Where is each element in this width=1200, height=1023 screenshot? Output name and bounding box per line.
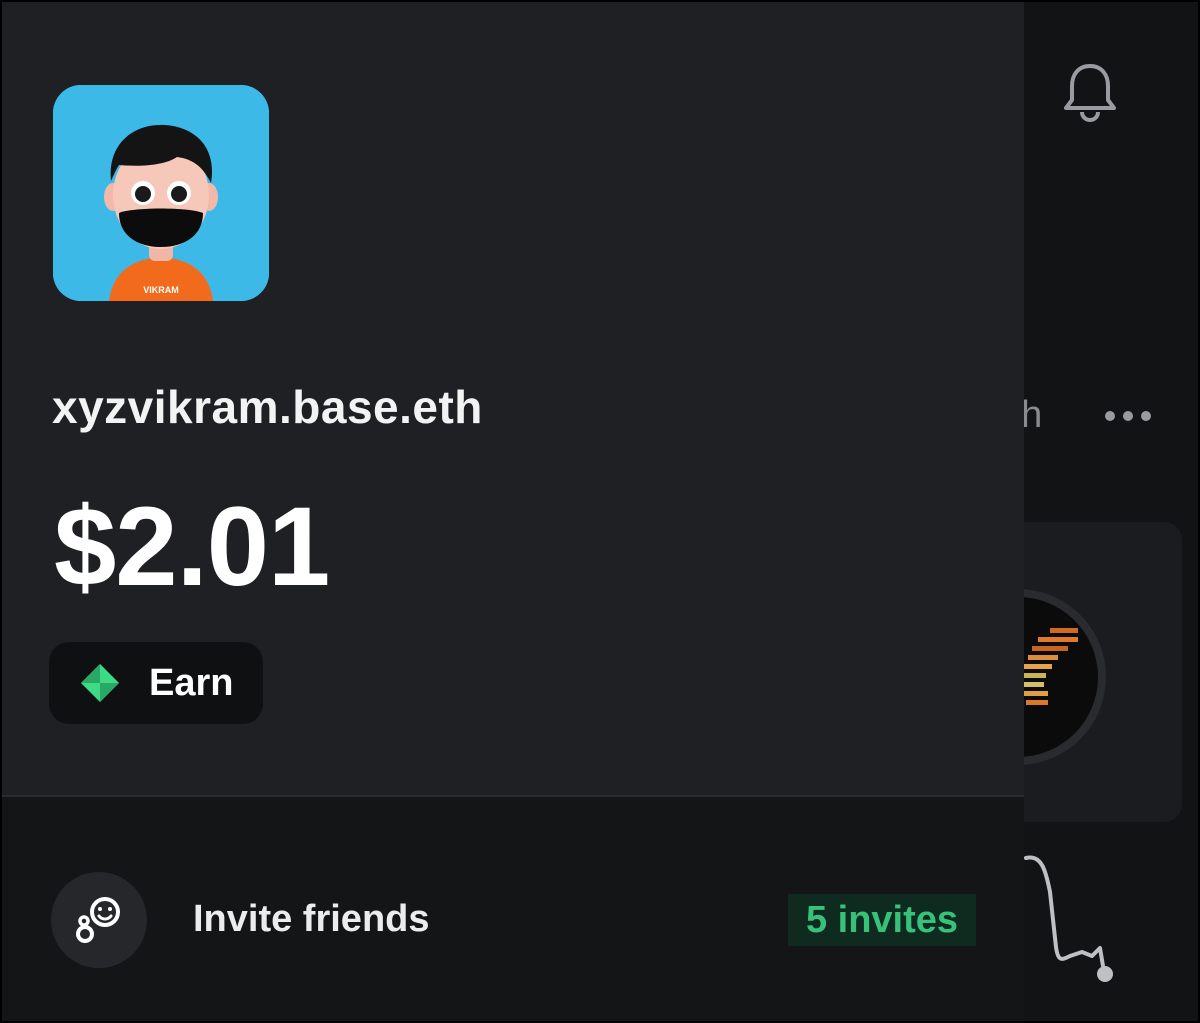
earn-button[interactable]: Earn bbox=[49, 642, 263, 724]
invite-icon-container bbox=[51, 872, 147, 968]
invite-friends-row[interactable]: Invite friends 5 invites bbox=[2, 850, 1024, 970]
username: xyzvikram.base.eth bbox=[52, 381, 483, 433]
earn-button-label: Earn bbox=[149, 661, 234, 704]
wallet-balance: $2.01 bbox=[54, 484, 330, 609]
activity-sparkline bbox=[1024, 855, 1113, 982]
bell-icon[interactable] bbox=[1058, 60, 1122, 124]
side-drawer: VIKRAM xyzvikram.base.eth $2.01 Earn Inv… bbox=[2, 2, 1024, 1021]
profile-avatar[interactable]: VIKRAM bbox=[53, 85, 269, 301]
avatar-shirt-text: VIKRAM bbox=[143, 285, 179, 295]
invites-count-badge: 5 invites bbox=[788, 894, 976, 946]
invite-smiley-icon bbox=[76, 897, 120, 943]
invite-friends-label: Invite friends bbox=[193, 898, 430, 940]
more-icon[interactable] bbox=[1104, 408, 1152, 424]
earn-diamond-icon bbox=[81, 664, 119, 702]
profile-section: VIKRAM xyzvikram.base.eth $2.01 Earn bbox=[2, 2, 1024, 797]
